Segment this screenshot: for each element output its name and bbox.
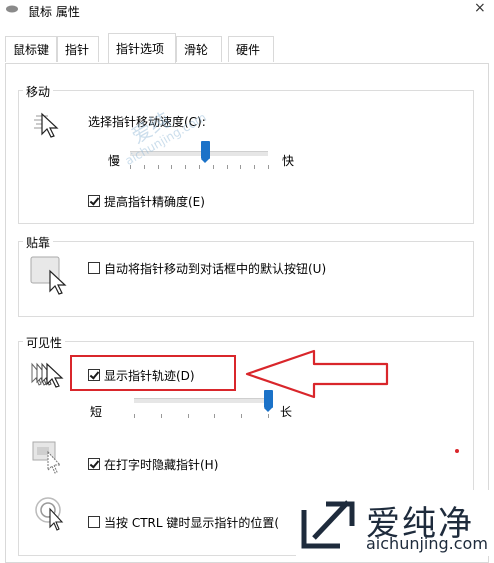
trail-slider-thumb[interactable] (263, 390, 273, 412)
slider-tick (187, 414, 189, 418)
slider-tick (199, 165, 200, 169)
snap-group-title: 贴靠 (23, 234, 54, 251)
pointer-speed-icon (34, 112, 59, 138)
fast-label: 快 (282, 154, 295, 168)
speed-slider-thumb[interactable] (201, 141, 211, 163)
snap-label: 自动将指针移动到对话框中的默认按钮(U) (104, 262, 327, 276)
snap-group: 贴靠 (18, 234, 474, 317)
slow-label: 慢 (108, 154, 121, 168)
speed-slider-ticks (130, 165, 269, 171)
tab-strip: 鼠标键 指针 指针选项 滑轮 硬件 (0, 33, 494, 64)
short-label: 短 (90, 405, 103, 419)
slider-tick (134, 414, 135, 418)
tab-buttons[interactable]: 鼠标键 (5, 36, 57, 62)
trail-slider-ticks (134, 414, 269, 420)
slider-tick (212, 165, 214, 169)
trails-label: 显示指针轨迹(D) (104, 369, 195, 383)
snap-checkbox[interactable] (88, 262, 100, 274)
precision-checkbox[interactable] (88, 195, 100, 207)
trail-slider-track[interactable] (134, 398, 268, 403)
long-label: 长 (280, 405, 293, 419)
watermark-url: aichunjing.com (366, 534, 488, 553)
hide-typing-checkbox[interactable] (88, 458, 100, 470)
ctrl-locate-label: 当按 CTRL 键时显示指针的位置( (104, 516, 280, 530)
slider-tick (254, 165, 256, 169)
tab-pointer-options[interactable]: 指针选项 (108, 33, 176, 63)
slider-tick (240, 165, 242, 169)
tab-hardware[interactable]: 硬件 (228, 36, 274, 62)
hide-typing-label: 在打字时隐藏指针(H) (104, 458, 219, 472)
motion-group-title: 移动 (23, 83, 54, 100)
slider-tick (226, 165, 228, 169)
slider-tick (171, 165, 173, 169)
slider-tick (214, 414, 216, 418)
slider-tick (185, 165, 187, 169)
watermark-logo-icon (301, 500, 355, 549)
mouse-icon (6, 5, 18, 13)
motion-group: 移动 (18, 83, 474, 224)
close-icon[interactable]: × (474, 0, 486, 16)
pointer-trails-icon (31, 362, 64, 388)
snap-to-icon (30, 256, 67, 295)
hide-while-typing-icon (32, 441, 62, 474)
watermark: 爱纯净 aichunjing.com (296, 490, 494, 556)
slider-tick (241, 414, 243, 418)
ctrl-locate-icon (35, 497, 64, 531)
slider-tick (268, 414, 269, 418)
window-title: 鼠标 属性 (28, 5, 80, 19)
trails-checkbox[interactable] (88, 369, 100, 381)
visibility-group-title: 可见性 (23, 334, 66, 351)
tab-wheel[interactable]: 滑轮 (176, 36, 222, 62)
slider-tick (157, 165, 159, 169)
slider-tick (268, 165, 269, 169)
precision-label: 提高指针精确度(E) (104, 195, 205, 209)
title-bar: 鼠标 属性 × (0, 0, 494, 22)
ctrl-locate-checkbox[interactable] (88, 516, 100, 528)
red-dot (455, 449, 459, 453)
tab-pointers[interactable]: 指针 (57, 36, 99, 62)
slider-tick (160, 414, 162, 418)
slider-tick (143, 165, 145, 169)
